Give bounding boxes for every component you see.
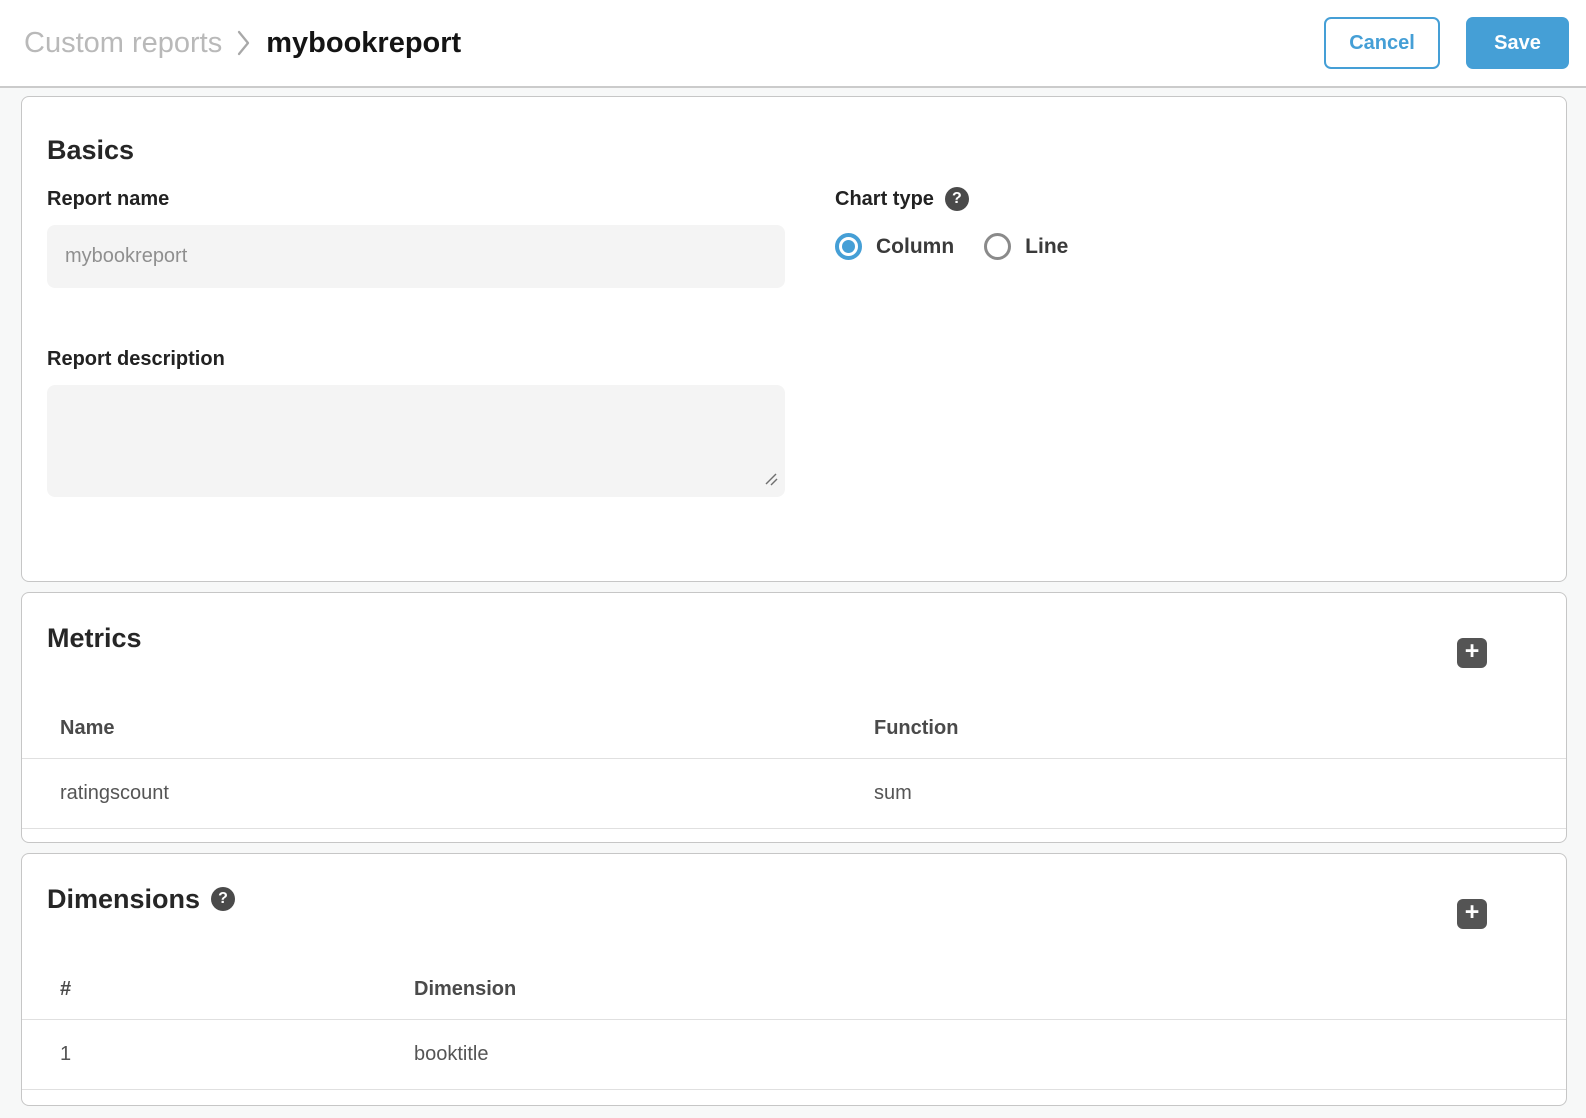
basics-title: Basics <box>47 133 1541 167</box>
chart-type-help-icon[interactable]: ? <box>945 187 969 211</box>
metrics-title: Metrics <box>47 621 142 655</box>
dimensions-table: # Dimension 1 booktitle <box>22 960 1566 1090</box>
top-bar: Custom reports mybookreport Cancel Save <box>0 0 1586 88</box>
metrics-card: Metrics + Name Function ratingscount sum <box>21 592 1567 843</box>
radio-selected-icon <box>835 233 862 260</box>
report-description-textarea[interactable] <box>47 385 785 497</box>
radio-unselected-icon <box>984 233 1011 260</box>
add-metric-button[interactable]: + <box>1457 638 1487 668</box>
radio-column-label: Column <box>876 235 954 259</box>
dimensions-title: Dimensions <box>47 882 200 916</box>
dimensions-col-index: # <box>60 978 414 1001</box>
resize-grip-icon[interactable] <box>763 471 778 491</box>
report-name-input[interactable] <box>47 225 785 288</box>
report-name-label: Report name <box>47 187 785 211</box>
table-row[interactable]: ratingscount sum <box>22 759 1566 829</box>
chevron-right-icon <box>237 29 251 57</box>
report-editor: Basics Report name Report description <box>0 88 1586 1106</box>
breadcrumb-current: mybookreport <box>266 27 461 60</box>
cancel-button[interactable]: Cancel <box>1324 17 1440 69</box>
chart-type-radio-group: Column Line <box>835 233 1098 260</box>
dimension-name-cell: booktitle <box>414 1043 489 1066</box>
dimension-index-cell: 1 <box>60 1043 414 1066</box>
add-dimension-button[interactable]: + <box>1457 899 1487 929</box>
dimensions-col-dimension: Dimension <box>414 978 516 1001</box>
metrics-col-function: Function <box>874 717 958 740</box>
metric-function-cell: sum <box>874 782 912 805</box>
metrics-table: Name Function ratingscount sum <box>22 699 1566 829</box>
dimensions-card: Dimensions ? + # Dimension 1 booktitle <box>21 853 1567 1106</box>
report-description-label: Report description <box>47 347 785 371</box>
breadcrumb: Custom reports mybookreport <box>24 27 1324 60</box>
metrics-table-header: Name Function <box>22 699 1566 759</box>
basics-card: Basics Report name Report description <box>21 96 1567 582</box>
chart-type-label-row: Chart type ? <box>835 187 1098 211</box>
radio-line[interactable]: Line <box>984 233 1068 260</box>
metrics-col-name: Name <box>60 717 874 740</box>
dimensions-title-row: Dimensions ? <box>47 882 235 916</box>
metric-name-cell: ratingscount <box>60 782 874 805</box>
table-row[interactable]: 1 booktitle <box>22 1020 1566 1090</box>
save-button[interactable]: Save <box>1466 17 1569 69</box>
radio-column[interactable]: Column <box>835 233 954 260</box>
radio-line-label: Line <box>1025 235 1068 259</box>
dimensions-help-icon[interactable]: ? <box>211 887 235 911</box>
dimensions-table-header: # Dimension <box>22 960 1566 1020</box>
breadcrumb-parent-link[interactable]: Custom reports <box>24 27 222 60</box>
chart-type-label: Chart type <box>835 187 934 211</box>
